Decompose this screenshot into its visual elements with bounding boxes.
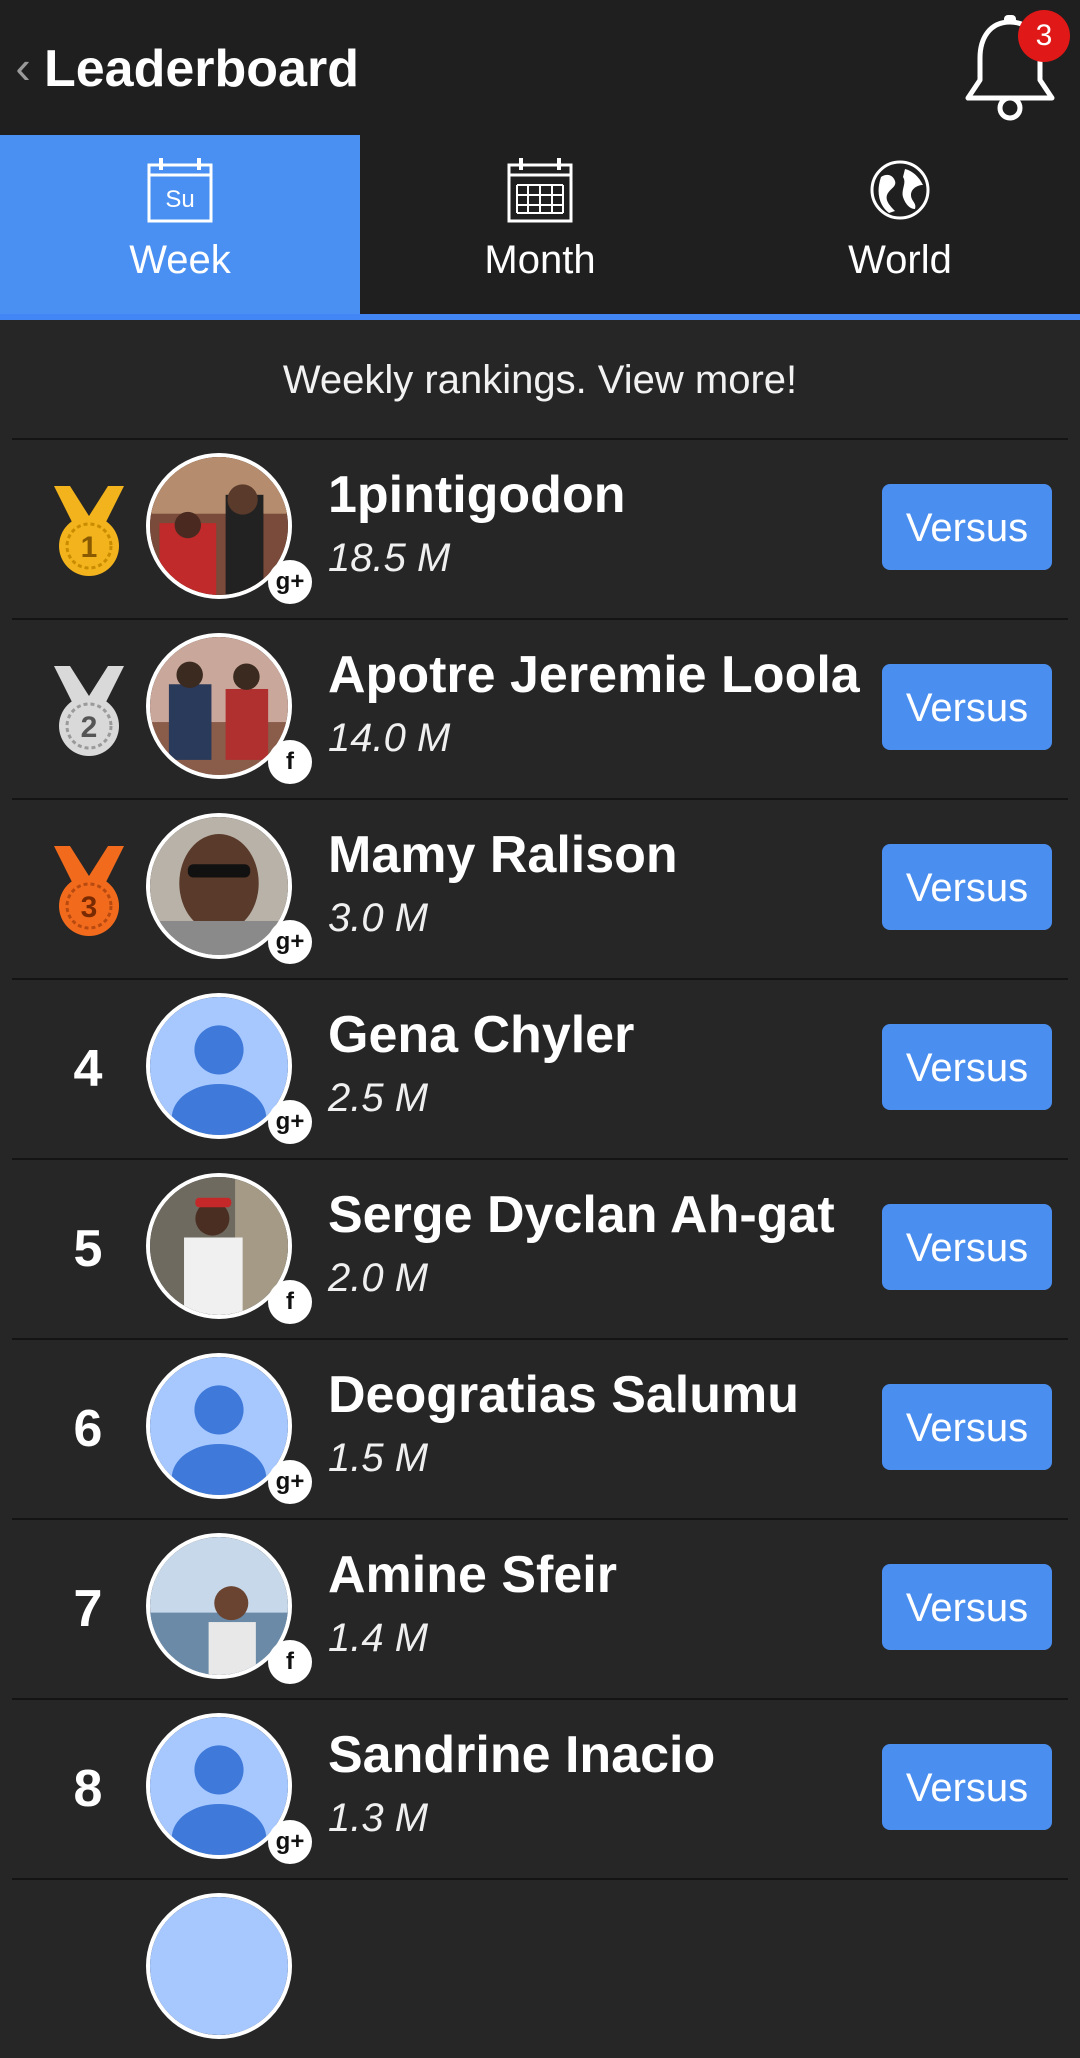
google-plus-icon: g+ [268,560,312,604]
avatar-photo [150,1177,288,1315]
versus-button[interactable]: Versus [882,484,1052,570]
player-name: Sandrine Inacio [328,1726,716,1784]
leaderboard-row[interactable]: 2 f Apotre Jeremie Loola 14.0 M Versus [12,618,1068,798]
versus-button[interactable]: Versus [882,844,1052,930]
leaderboard-row[interactable]: 7 f Amine Sfeir 1.4 M Versus [12,1518,1068,1698]
leaderboard-row[interactable]: 8 g+ Sandrine Inacio 1.3 M Versus [12,1698,1068,1878]
default-avatar-icon [150,1717,288,1855]
calendar-day-text: Su [165,186,194,213]
player-score: 2.0 M [328,1256,429,1300]
player-name: Apotre Jeremie Loola [328,646,860,704]
player-name: Gena Chyler [328,1006,635,1064]
leaderboard-list: 1 g+ 1pintigodon 18.5 M Versus 2 f Apotr… [12,438,1068,2058]
player-score: 1.4 M [328,1616,429,1660]
player-score: 1.3 M [328,1796,429,1840]
avatar[interactable] [146,1893,292,2039]
versus-button[interactable]: Versus [882,1384,1052,1470]
facebook-icon: f [268,1280,312,1324]
versus-button[interactable]: Versus [882,1024,1052,1110]
versus-button[interactable]: Versus [882,1204,1052,1290]
player-name: Mamy Ralison [328,826,678,884]
medal-rank-text: 2 [81,711,98,744]
leaderboard-row[interactable]: 5 f Serge Dyclan Ah-gat 2.0 M Versus [12,1158,1068,1338]
google-plus-icon: g+ [268,1460,312,1504]
player-name: Serge Dyclan Ah-gat [328,1186,835,1244]
medal-rank-text: 1 [81,531,98,564]
google-plus-icon: g+ [268,920,312,964]
period-tabs: Su Week Month World [0,135,1080,320]
leaderboard-row[interactable]: 1 g+ 1pintigodon 18.5 M Versus [12,438,1068,618]
player-score: 2.5 M [328,1076,429,1120]
tab-month[interactable]: Month [360,135,720,315]
calendar-grid-icon [507,158,573,223]
player-score: 14.0 M [328,716,451,760]
default-avatar-icon [150,997,288,1135]
avatar-photo [150,457,288,595]
versus-button[interactable]: Versus [882,1744,1052,1830]
leaderboard-row[interactable]: 3 g+ Mamy Ralison 3.0 M Versus [12,798,1068,978]
google-plus-icon: g+ [268,1100,312,1144]
default-avatar-icon [150,1357,288,1495]
leaderboard-row[interactable]: 6 g+ Deogratias Salumu 1.5 M Versus [12,1338,1068,1518]
calendar-day-icon: Su [147,158,213,223]
bronze-medal-icon: 3 [54,844,124,936]
google-plus-icon: g+ [268,1820,312,1864]
rank-number: 8 [73,1760,103,1818]
facebook-icon: f [268,1640,312,1684]
rank-number: 6 [73,1400,103,1458]
leaderboard-row[interactable]: 4 g+ Gena Chyler 2.5 M Versus [12,978,1068,1158]
notification-badge[interactable]: 3 [1018,10,1070,62]
gold-medal-icon: 1 [54,484,124,576]
leaderboard-row-partial[interactable] [12,1878,1068,2058]
tab-week-label: Week [129,238,231,282]
avatar-photo [150,817,288,955]
default-avatar-icon [150,1897,288,2035]
back-chevron-icon[interactable]: ‹ [8,42,38,92]
page-title: Leaderboard [44,40,359,98]
silver-medal-icon: 2 [54,664,124,756]
tab-month-label: Month [484,238,596,282]
rank-number: 7 [73,1580,103,1638]
medal-rank-text: 3 [81,891,98,924]
rank-number: 4 [73,1040,103,1098]
rank-number: 5 [73,1220,103,1278]
versus-button[interactable]: Versus [882,664,1052,750]
avatar-photo [150,1537,288,1675]
app-header: ‹ Leaderboard 3 [0,0,1080,135]
rankings-subtitle[interactable]: Weekly rankings. View more! [0,350,1080,410]
tab-world[interactable]: World [720,135,1080,315]
tabs-underline [0,314,1080,320]
avatar-photo [150,637,288,775]
versus-button[interactable]: Versus [882,1564,1052,1650]
player-name: Amine Sfeir [328,1546,617,1604]
player-score: 1.5 M [328,1436,429,1480]
player-name: Deogratias Salumu [328,1366,800,1424]
tab-week[interactable]: Su Week [0,135,360,315]
player-score: 18.5 M [328,536,451,580]
globe-icon [870,160,930,220]
tab-world-label: World [848,238,952,282]
player-score: 3.0 M [328,896,429,940]
player-name: 1pintigodon [328,466,626,524]
facebook-icon: f [268,740,312,784]
